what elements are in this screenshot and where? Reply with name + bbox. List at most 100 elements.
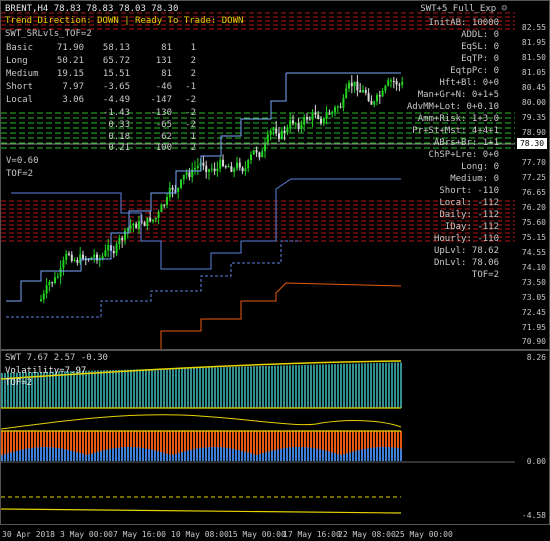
- price-candle-body: [325, 113, 328, 118]
- oscillator-bar-blue: [214, 447, 216, 461]
- oscillator-bar-blue: [307, 447, 309, 461]
- price-candle-body: [146, 217, 149, 226]
- price-candle-body: [213, 168, 216, 172]
- oscillator-bar-blue: [361, 449, 363, 461]
- price-candle-body: [118, 237, 121, 245]
- price-candle-body: [152, 219, 154, 222]
- price-candle-body: [135, 223, 138, 229]
- price-candle-body: [345, 88, 348, 99]
- oscillator-bar-blue: [79, 452, 81, 461]
- expert-name[interactable]: SWT+5_Full_Exp ☺: [420, 4, 507, 14]
- oscillator-bar-upper: [178, 368, 180, 408]
- price-candle-body: [149, 217, 152, 222]
- price-candle-body: [160, 204, 163, 212]
- price-candle-body: [308, 119, 311, 121]
- price-candle-body: [171, 187, 174, 190]
- oscillator-bar-blue: [343, 454, 345, 461]
- oscillator-bar-blue: [373, 447, 375, 461]
- oscillator-bar-blue: [121, 447, 123, 461]
- oscillator-bar-upper: [37, 372, 39, 408]
- time-axis[interactable]: 30 Apr 2018 3 May 00:00 7 May 16:00 10 M…: [0, 525, 550, 541]
- oscillator-bar-blue: [172, 454, 174, 461]
- price-candle-body: [294, 123, 297, 125]
- price-candle-body: [384, 85, 387, 91]
- oscillator-bar-upper: [49, 371, 51, 408]
- oscillator-bar-blue: [256, 454, 258, 461]
- oscillator-bar-blue: [130, 447, 132, 461]
- oscillator-bar-blue: [37, 447, 39, 461]
- oscillator-bar-upper: [73, 371, 75, 408]
- oscillator-bar-upper: [274, 365, 276, 408]
- main-chart-pane[interactable]: BRENT,H4 78.83 78.83 78.03 78.30 Trend D…: [0, 0, 550, 350]
- oscillator-bar-upper: [217, 367, 219, 408]
- oscillator-bar-blue: [292, 447, 294, 461]
- oscillator-bar-upper: [148, 369, 150, 408]
- price-candle-body: [182, 174, 185, 180]
- oscillator-bar-upper: [214, 367, 216, 408]
- oscillator-bar-upper: [91, 370, 93, 408]
- volume-label: V=0.60: [6, 156, 39, 166]
- oscillator-bar-upper: [400, 362, 402, 408]
- stat-item: Long: 0: [461, 162, 499, 172]
- oscillator-bar-blue: [64, 449, 66, 461]
- oscillator-bar-blue: [196, 448, 198, 461]
- stat-item: InitAB: 10000: [428, 18, 499, 28]
- oscillator-bar-upper: [67, 371, 69, 408]
- oscillator-bar-blue: [283, 448, 285, 461]
- price-candle-body: [261, 151, 264, 158]
- table-row: 0.18 62 1: [108, 132, 196, 142]
- price-candle-body: [264, 143, 266, 152]
- stat-item: Hourly: -110: [433, 234, 499, 244]
- price-candle-body: [227, 166, 230, 168]
- oscillator-bar-upper: [277, 365, 279, 408]
- oscillator-chart[interactable]: [1, 351, 515, 524]
- oscillator-bar-blue: [190, 449, 192, 461]
- oscillator-bar-upper: [97, 370, 99, 408]
- oscillator-bar-upper: [88, 370, 90, 408]
- oscillator-bar-upper: [145, 369, 147, 408]
- price-candle-body: [224, 166, 227, 168]
- oscillator-bar-blue: [16, 450, 18, 461]
- oscillator-bar-upper: [229, 366, 231, 408]
- oscillator-bar-blue: [355, 450, 357, 461]
- oscillator-bar-upper: [385, 362, 387, 408]
- oscillator-bar-upper: [340, 363, 342, 408]
- oscillator-bar-upper: [223, 367, 225, 408]
- oscillator-bar-blue: [184, 451, 186, 461]
- price-candle-body: [222, 159, 224, 167]
- indicator-subwindow[interactable]: SWT 7.67 2.57 -0.30 Volatility=7.97 TOF=…: [0, 350, 550, 525]
- oscillator-bar-upper: [280, 365, 282, 408]
- oscillator-bar-blue: [169, 454, 171, 461]
- oscillator-bar-blue: [25, 448, 27, 461]
- oscillator-bar-blue: [118, 447, 120, 461]
- oscillator-bar-upper: [100, 370, 102, 408]
- oscillator-bar-blue: [70, 450, 72, 461]
- oscillator-bar-upper: [208, 367, 210, 408]
- oscillator-bar-blue: [325, 450, 327, 461]
- stat-item: EqtpPc: 0: [450, 66, 499, 76]
- price-candle-body: [202, 162, 205, 166]
- price-candle-body: [286, 127, 289, 133]
- price-candle-body: [157, 211, 160, 218]
- price-candle-body: [42, 293, 45, 300]
- oscillator-bar-blue: [88, 454, 90, 461]
- oscillator-bar-upper: [130, 369, 132, 408]
- oscillator-bar-upper: [358, 363, 360, 408]
- price-candle-body: [289, 120, 292, 128]
- indicator-label: SWT_SRLvls_TOF=2: [5, 29, 92, 39]
- price-chart[interactable]: [1, 1, 515, 349]
- oscillator-bar-blue: [166, 453, 168, 461]
- oscillator-bar-upper: [367, 363, 369, 408]
- oscillator-bar-upper: [316, 364, 318, 408]
- oscillator-bar-blue: [211, 447, 213, 461]
- price-candle-body: [132, 223, 135, 226]
- indicator-axis[interactable]: 8.26 0.00 -4.58: [513, 351, 549, 524]
- oscillator-bar-blue: [400, 448, 402, 461]
- price-axis[interactable]: 82.55 81.95 81.50 81.05 80.45 80.00 79.3…: [513, 1, 549, 349]
- oscillator-bar-upper: [106, 370, 108, 408]
- stat-item: EqSL: 0: [461, 42, 499, 52]
- price-candle-body: [297, 123, 300, 129]
- price-candle-body: [76, 260, 79, 263]
- oscillator-bar-blue: [220, 447, 222, 461]
- oscillator-bar-blue: [109, 448, 111, 461]
